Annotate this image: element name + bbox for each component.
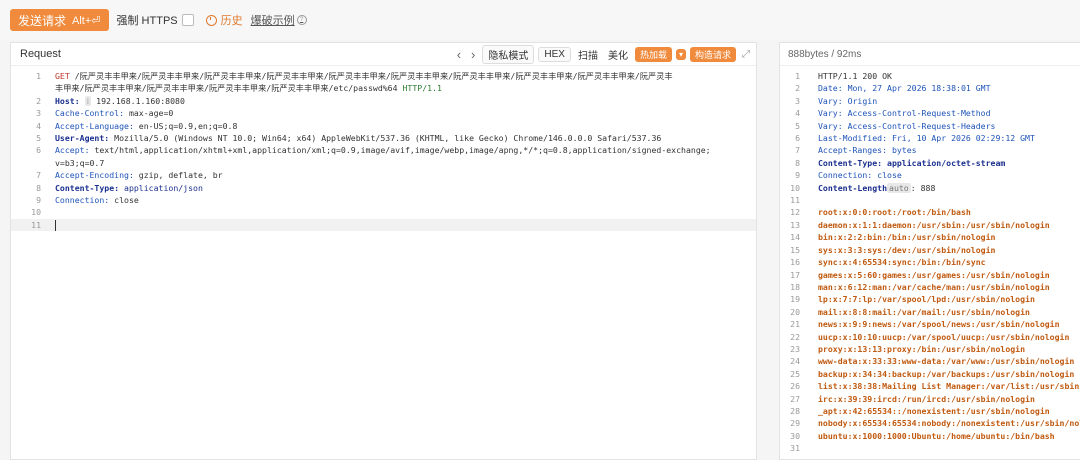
response-line: 18 man:x:6:12:man:/var/cache/man:/usr/sbi… (790, 281, 1050, 292)
code-line: 5 User-Agent: Mozilla/5.0 (Windows NT 10… (36, 133, 662, 144)
request-editor[interactable]: 1 GET /阮严灵丰丰甲来/阮严灵丰丰甲来/阮严灵丰丰甲来/阮严灵丰丰甲来/阮… (11, 66, 756, 232)
response-line: 16 sync:x:4:65534:sync:/bin:/bin/sync (790, 257, 986, 268)
scan-button[interactable]: 扫描 (575, 46, 601, 63)
code-line: 3 Cache-Control: max-age=0 (36, 108, 174, 119)
response-line: 29 nobody:x:65534:65534:nobody:/nonexiste… (790, 418, 1080, 429)
beautify-button[interactable]: 美化 (605, 46, 631, 63)
hotload-button[interactable]: 热加载 (634, 46, 672, 62)
prev-arrow-icon[interactable]: ‹ (454, 47, 464, 62)
code-line: 6 Accept: text/html,application/xhtml+xm… (36, 145, 711, 156)
response-line: 13 daemon:x:1:1:daemon:/usr/sbin:/usr/sbi… (790, 219, 1050, 230)
force-https-toggle[interactable]: 强制 HTTPS (117, 12, 194, 28)
text-cursor (55, 219, 56, 231)
privacy-mode-button[interactable]: 隐私模式 (482, 44, 535, 64)
send-request-button[interactable]: 发送请求 Alt+⏎ (10, 9, 109, 31)
response-line: 12 root:x:0:0:root:/root:/bin/bash (790, 207, 971, 218)
brute-example-link[interactable]: 爆破示例 ? (251, 12, 307, 28)
code-line: 10 (31, 207, 41, 218)
response-meta: 888bytes / 92ms (788, 48, 862, 60)
request-panel: Request ‹ › 隐私模式 HEX 扫描 美化 热加载 ▾ 构造请求 ⤢ … (10, 42, 757, 460)
response-line: 9 Connection: close (795, 170, 902, 181)
auto-chip: auto (887, 182, 911, 193)
response-line: 6 Last-Modified: Fri, 10 Apr 2026 02:29:1… (795, 133, 1035, 144)
code-line: 2 Host: ⁝ 192.168.1.160:8080 (36, 95, 185, 106)
clock-icon (205, 14, 217, 26)
response-line: 7 Accept-Ranges: bytes (795, 145, 917, 156)
response-line: 10 Content-Length auto: 888 (790, 182, 936, 193)
response-line: 4 Vary: Access-Control-Request-Method (795, 108, 991, 119)
response-header: 888bytes / 92ms (780, 43, 1080, 66)
code-line: 1 GET /阮严灵丰丰甲来/阮严灵丰丰甲来/阮严灵丰丰甲来/阮严灵丰丰甲来/阮… (36, 71, 673, 81)
response-line: 23 proxy:x:13:13:proxy:/bin:/usr/sbin/nol… (790, 343, 1026, 354)
code-line: 8 Content-Type: application/json (36, 182, 203, 193)
force-https-label: 强制 HTTPS (116, 15, 178, 27)
response-line: 14 bin:x:2:2:bin:/bin:/usr/sbin/nologin (790, 232, 996, 243)
response-line: 27 irc:x:39:39:ircd:/run/ircd:/usr/sbin/n… (790, 393, 1035, 404)
expand-icon[interactable]: ⤢ (742, 49, 750, 60)
send-request-label: 发送请求 (18, 13, 67, 28)
hex-button[interactable]: HEX (538, 46, 571, 62)
code-line-active: 11 (11, 218, 756, 232)
response-line: 3 Vary: Origin (795, 95, 878, 106)
response-line: 19 lp:x:7:7:lp:/var/spool/lpd:/usr/sbin/n… (790, 294, 1035, 305)
response-line: 5 Vary: Access-Control-Request-Headers (795, 120, 996, 131)
force-https-checkbox[interactable] (181, 14, 194, 26)
top-toolbar: 发送请求 Alt+⏎ 强制 HTTPS 历史 爆破示例 ? (0, 0, 1080, 40)
send-shortcut-hint: Alt+⏎ (72, 14, 101, 27)
response-line: 28 _apt:x:42:65534::/nonexistent:/usr/sbi… (790, 405, 1050, 416)
response-line: 22 uucp:x:10:10:uucp:/var/spool/uucp:/usr… (790, 331, 1070, 342)
code-line: 9 Connection: close (36, 195, 139, 206)
code-line: 7 Accept-Encoding: gzip, deflate, br (36, 170, 223, 181)
response-line: 31 (790, 443, 800, 454)
request-title: Request (20, 48, 61, 60)
build-request-button[interactable]: 构造请求 (689, 46, 736, 62)
next-arrow-icon[interactable]: › (468, 47, 478, 62)
help-icon: ? (296, 15, 307, 25)
host-chip: ⁝ (84, 95, 92, 106)
history-label: 历史 (220, 15, 243, 27)
response-line: 8 Content-Type: application/octet-stream (795, 157, 1006, 168)
response-line: 30 ubuntu:x:1000:1000:Ubuntu:/home/ubuntu… (790, 430, 1055, 441)
response-panel: 888bytes / 92ms 1 HTTP/1.1 200 OK 2 Date: M… (779, 42, 1080, 460)
code-line: 丰甲来/阮严灵丰丰甲来/阮严灵丰丰甲来/阮严灵丰丰甲来/阮严灵丰丰甲来/etc/… (55, 83, 442, 94)
response-line: 2 Date: Mon, 27 Apr 2026 18:38:01 GMT (795, 83, 991, 94)
history-button[interactable]: 历史 (205, 12, 243, 28)
request-header: Request ‹ › 隐私模式 HEX 扫描 美化 热加载 ▾ 构造请求 ⤢ (11, 43, 756, 66)
response-line: 25 backup:x:34:34:backup:/var/backups:/us… (790, 368, 1075, 379)
response-line: 26 list:x:38:38:Mailing List Manager:/var… (790, 381, 1080, 392)
hotload-dropdown-icon[interactable]: ▾ (675, 48, 686, 60)
response-line: 11 (790, 195, 800, 206)
response-line: 21 news:x:9:9:news:/var/spool/news:/usr/s… (790, 319, 1060, 330)
response-line: 1 HTTP/1.1 200 OK (795, 71, 892, 81)
brute-example-label: 爆破示例 (250, 15, 295, 27)
code-line: 4 Accept-Language: en-US;q=0.9,en;q=0.8 (36, 120, 238, 131)
response-line: 17 games:x:5:60:games:/usr/games:/usr/sbi… (790, 269, 1050, 280)
code-line: v=b3;q=0.7 (55, 157, 105, 168)
request-tools: ‹ › 隐私模式 HEX 扫描 美化 热加载 ▾ 构造请求 ⤢ (454, 43, 756, 65)
response-line: 20 mail:x:8:8:mail:/var/mail:/usr/sbin/no… (790, 306, 1030, 317)
response-line: 24 www-data:x:33:33:www-data:/var/www:/us… (790, 356, 1075, 367)
response-viewer[interactable]: 1 HTTP/1.1 200 OK 2 Date: Mon, 27 Apr 2026 … (780, 66, 1080, 455)
response-line: 15 sys:x:3:3:sys:/dev:/usr/sbin/nologin (790, 244, 996, 255)
